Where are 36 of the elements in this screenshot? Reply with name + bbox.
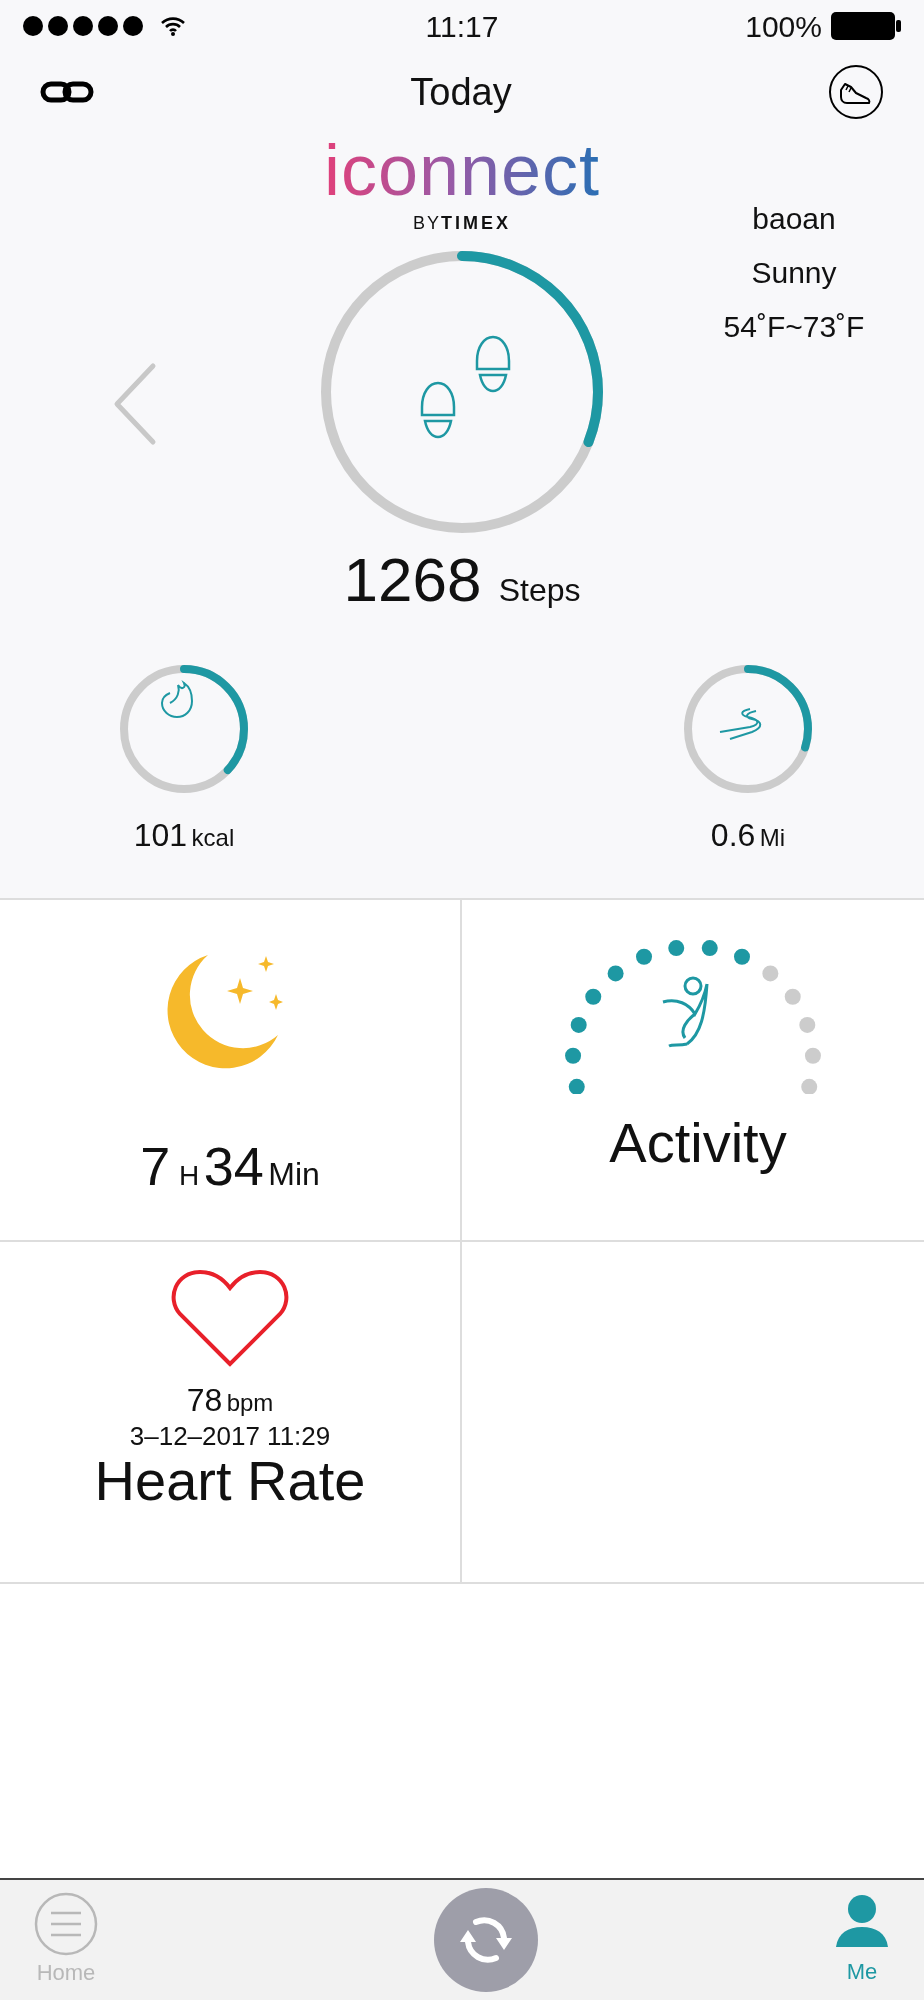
heart-rate-unit: bpm: [226, 1389, 274, 1416]
activity-tile[interactable]: Activity: [462, 900, 924, 1242]
shoe-icon[interactable]: [828, 64, 884, 120]
metric-unit: Mi: [759, 824, 786, 851]
heart-rate-timestamp: 3–12–2017 11:29: [129, 1422, 331, 1450]
weather-condition: Sunny: [750, 255, 838, 291]
person-icon: [834, 1892, 890, 1949]
wifi-icon: [160, 16, 186, 36]
person-icon: [661, 976, 709, 1048]
metric-unit: kcal: [191, 824, 235, 851]
activity-title: Activity: [609, 1112, 787, 1174]
path-icon: [719, 708, 762, 740]
minutes-unit: Min: [268, 1156, 320, 1192]
battery-icon: [830, 11, 902, 41]
signal-icon: [22, 14, 144, 38]
page-title: Today: [410, 69, 512, 115]
metric-value: 0.6: [710, 817, 756, 853]
hours-unit: H: [179, 1160, 200, 1191]
battery-percent: 100%: [745, 8, 822, 45]
metric-value: 101: [133, 817, 188, 853]
heart-rate-value: 78: [186, 1382, 223, 1418]
menu-icon: [34, 1891, 98, 1956]
sleep-tile[interactable]: 7 H 34 Min: [0, 900, 462, 1242]
weather-location: baoan: [751, 201, 837, 237]
brand-sublogo: BYTIMEX: [413, 212, 511, 235]
weather-temperature: 54˚F~73˚F: [722, 309, 866, 345]
sleep-hours: 7: [140, 1136, 171, 1196]
heart-rate-title: Heart Rate: [94, 1450, 366, 1512]
link-icon[interactable]: [40, 80, 94, 104]
status-time: 11:17: [425, 8, 499, 45]
footprints-icon: [420, 335, 511, 439]
steps-unit: Steps: [498, 572, 581, 608]
steps-value: 1268: [343, 545, 482, 614]
sleep-minutes: 34: [203, 1136, 264, 1196]
heart-tile[interactable]: 78 bpm 3–12–2017 11:29 Heart Rate: [0, 1242, 462, 1584]
flame-icon: [161, 682, 193, 718]
